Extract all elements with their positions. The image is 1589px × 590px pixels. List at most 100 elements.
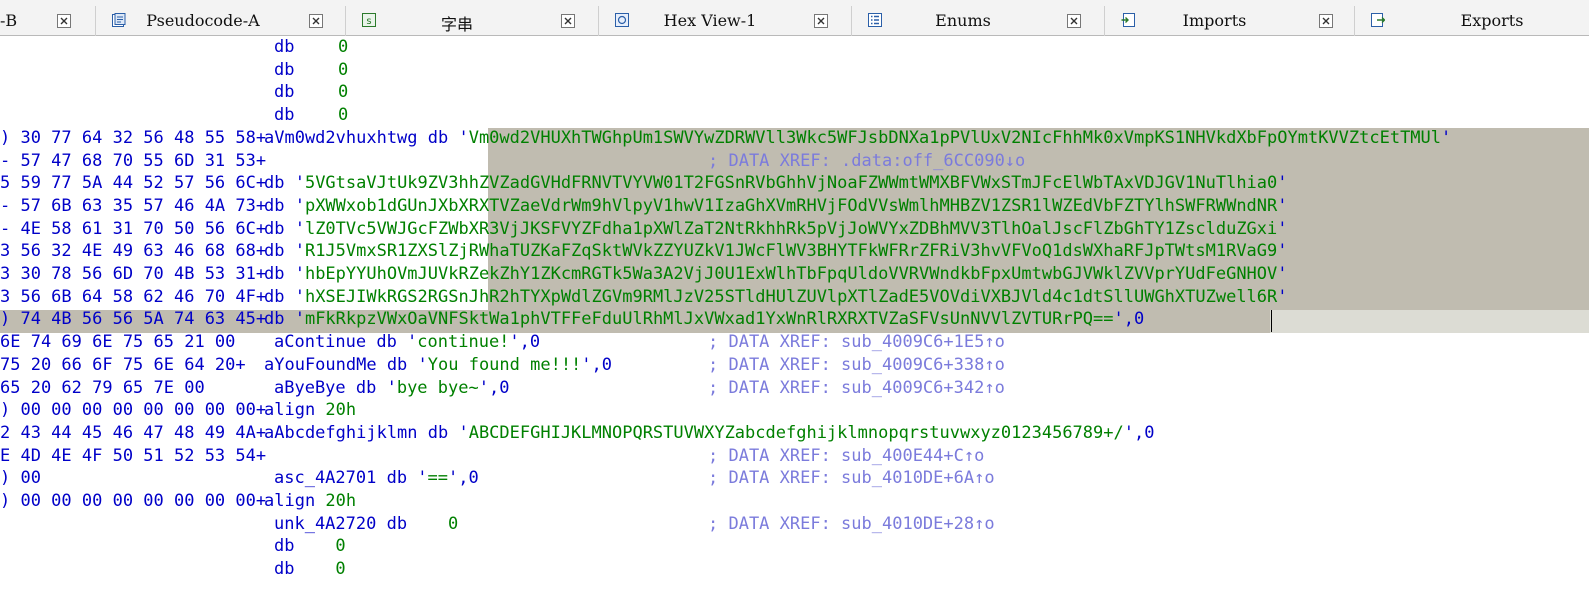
tab-hex-view-1[interactable]: Hex View-1	[598, 6, 851, 36]
tab-imports[interactable]: Imports	[1104, 6, 1354, 36]
string-literal: 0	[335, 559, 346, 580]
listing-row[interactable]: 6E 74 69 6E 75 65 21 00 aContinue db 'con…	[0, 331, 1589, 354]
string-terminator: ',0	[581, 354, 613, 375]
tab-label: Hex View-1	[663, 11, 757, 30]
byte-dump: - 4E 58 61 31 70 50 56 6C+	[0, 218, 267, 239]
listing-row[interactable]: 2 43 44 45 46 47 48 49 4A+ aAbcdefghijklm…	[0, 422, 1589, 445]
label-and-directive: asc_4A2701 db '==',0	[274, 467, 479, 490]
listing-row[interactable]: ) 74 4B 56 56 5A 74 63 45+ db 'mFkRkpzVWx…	[0, 308, 1589, 331]
string-literal: bye bye~	[396, 377, 479, 398]
byte-dump: 3 30 78 56 6D 70 4B 53 31+	[0, 264, 267, 284]
listing-row[interactable]: ) 30 77 64 32 56 48 55 58+ aVm0wd2vhuxhtw…	[0, 127, 1589, 150]
string-literal: hXSEJIWkRGS2RGSnJhR2hTYXpWdlZGVm9RMlJzV2…	[304, 286, 1278, 307]
tab-label: Pseudocode-A	[146, 11, 260, 30]
byte-dump: ) 74 4B 56 56 5A 74 63 45+	[0, 309, 267, 330]
listing-row[interactable]: 3 56 6B 64 58 62 46 70 4F+ db 'hXSEJIWkRG…	[0, 286, 1589, 309]
close-icon[interactable]	[309, 14, 323, 28]
close-icon[interactable]	[1319, 14, 1333, 28]
tab-label: 字串	[440, 15, 473, 34]
listing-row[interactable]: db 0	[0, 558, 1589, 581]
label-and-directive: db 0	[274, 558, 346, 581]
byte-dump: 6E 74 69 6E 75 65 21 00	[0, 332, 236, 353]
listing-row[interactable]: E 4D 4E 4F 50 51 52 53 54+ ; DATA XREF: s…	[0, 445, 1589, 468]
string-literal: 5VGtsaVJtUk9ZV3hhZVZadGVHdFRNVTVYVW01T2F…	[304, 173, 1278, 194]
listing-row[interactable]: 5 59 77 5A 44 52 57 56 6C+ db '5VGtsaVJtU…	[0, 172, 1589, 195]
xref-comment: ; DATA XREF: sub_4009C6+338↑o	[708, 354, 1005, 375]
tab-label: -B	[0, 11, 18, 30]
label-and-directive: aAbcdefghijklmn db 'ABCDEFGHIJKLMNOPQRST…	[264, 422, 1154, 445]
listing-row[interactable]: 75 20 66 6F 75 6E 64 20+ aYouFoundMe db '…	[0, 354, 1589, 377]
disassembly-listing[interactable]: db 0 db 0 db 0 db 0) 30 77 64 32 56 48 55 58+ aV…	[0, 36, 1589, 590]
listing-row[interactable]: 65 20 62 79 65 7E 00 aByeBye db 'bye bye~…	[0, 377, 1589, 400]
byte-dump: 2 43 44 45 46 47 48 49 4A+	[0, 422, 267, 443]
listing-row[interactable]: 3 56 32 4E 49 63 46 68 68+ db 'R1J5VmxSR1…	[0, 240, 1589, 263]
string-literal: ==	[427, 468, 449, 489]
xref-comment: ; DATA XREF: sub_4010DE+28↑o	[708, 513, 995, 534]
listing-row[interactable]: db 0	[0, 59, 1589, 82]
close-icon[interactable]	[814, 14, 828, 28]
listing-row[interactable]: unk_4A2720 db 0 ; DATA XREF: sub_4010DE+2…	[0, 513, 1589, 536]
tab-label: Exports	[1460, 11, 1524, 30]
xref-comment: ; DATA XREF: .data:off_6CC090↓o	[708, 150, 1026, 171]
listing-row[interactable]: - 4E 58 61 31 70 50 56 6C+ db 'lZ0TVc5VWJ…	[0, 218, 1589, 241]
xref-comment: ; DATA XREF: sub_4009C6+1E5↑o	[708, 332, 1005, 353]
label-and-directive: db 'pXWWxob1dGUnJXbXRXTVZaeVdrWm9hVlpyV1…	[264, 195, 1288, 218]
listing-row[interactable]: db 0	[0, 535, 1589, 558]
exports-icon	[1371, 13, 1385, 27]
listing-row[interactable]: 3 30 78 56 6D 70 4B 53 31+ db 'hbEpYYUhOV…	[0, 263, 1589, 286]
string-literal: continue!	[417, 332, 510, 353]
byte-dump: ) 30 77 64 32 56 48 55 58+	[0, 127, 267, 148]
listing-row[interactable]: ) 00 00 00 00 00 00 00 00+ align 20h	[0, 490, 1589, 513]
string-terminator: ',0	[509, 332, 541, 353]
string-terminator: ',0	[1123, 422, 1155, 443]
listing-row[interactable]: db 0	[0, 36, 1589, 59]
directive: db	[274, 59, 295, 80]
tab-enums[interactable]: Enums	[851, 6, 1104, 36]
label-text: db '	[264, 195, 305, 216]
tab-b[interactable]: -B	[0, 6, 95, 36]
listing-row[interactable]: - 57 6B 63 35 57 46 4A 73+ db 'pXWWxob1dG…	[0, 195, 1589, 218]
string-terminator: '	[1277, 218, 1288, 239]
listing-row[interactable]: db 0	[0, 104, 1589, 127]
string-literal: You found me!!!	[427, 354, 582, 375]
listing-row[interactable]: ) 00 00 00 00 00 00 00 00+ align 20h	[0, 399, 1589, 422]
tab-exports[interactable]: Exports	[1354, 6, 1589, 36]
byte-dump: 75 20 66 6F 75 6E 64 20+	[0, 354, 246, 375]
string-literal: mFkRkpzVWxOaVNFSktWa1phVTFFeFduUlRhMlJxV…	[304, 309, 1114, 330]
string-terminator: '	[1441, 127, 1452, 148]
label-and-directive: db '5VGtsaVJtUk9ZV3hhZVZadGVHdFRNVTVYVW0…	[264, 172, 1288, 195]
label-and-directive: aYouFoundMe db 'You found me!!!',0	[264, 354, 612, 377]
byte-dump: - 57 47 68 70 55 6D 31 53+	[0, 150, 267, 171]
byte-dump: 3 56 32 4E 49 63 46 68 68+	[0, 241, 267, 262]
string-literal: R1J5VmxSR1ZXSlZjRWhaTUZKaFZqSktWVkZZYUZk…	[304, 241, 1278, 262]
label-text: db	[274, 559, 336, 580]
tab-strings[interactable]: s 字串	[345, 6, 598, 36]
string-literal: pXWWxob1dGUnJXbXRXTVZaeVdrWm9hVlpyV1hwV1…	[304, 195, 1278, 216]
tab-label: Imports	[1182, 11, 1247, 30]
label-and-directive: aContinue db 'continue!',0	[274, 331, 540, 354]
listing-row[interactable]: - 57 47 68 70 55 6D 31 53+ ; DATA XREF: .…	[0, 150, 1589, 173]
listing-row[interactable]: ) 00 asc_4A2701 db '==',0 ; DATA XREF: sub…	[0, 467, 1589, 490]
xref-comment: ; DATA XREF: sub_400E44+C↑o	[708, 445, 985, 466]
label-and-directive: aVm0wd2vhuxhtwg db 'Vm0wd2VHUXhTWGhpUm1S…	[264, 127, 1451, 150]
label-text: db '	[264, 218, 305, 239]
string-terminator: '	[1277, 195, 1288, 216]
value: 0	[338, 59, 349, 80]
string-literal: Vm0wd2VHUXhTWGhpUm1SWVYwZDRWVll3Wkc5WFJs…	[468, 127, 1442, 148]
label-text: aYouFoundMe db '	[264, 354, 428, 375]
label-and-directive: db 'hbEpYYUhOVmJUVkRZekZhY1ZKcmRGTk5Wa3A…	[264, 263, 1288, 286]
label-and-directive: db 'lZ0TVc5VWJGcFZWbXR3VjJKSFVYZFdha1pXW…	[264, 218, 1288, 241]
byte-dump: ) 00 00 00 00 00 00 00 00+	[0, 400, 267, 421]
label-text: asc_4A2701 db '	[274, 468, 428, 489]
xref-comment: ; DATA XREF: sub_4009C6+342↑o	[708, 377, 1005, 398]
directive: db	[274, 82, 295, 103]
byte-dump: E 4D 4E 4F 50 51 52 53 54+	[0, 445, 267, 466]
label-text: aByeBye db '	[274, 377, 397, 398]
tab-pseudocode-a[interactable]: Pseudocode-A	[95, 6, 345, 36]
byte-dump: - 57 6B 63 35 57 46 4A 73+	[0, 195, 267, 216]
listing-row[interactable]: db 0	[0, 81, 1589, 104]
label-text: db '	[264, 264, 305, 284]
close-icon[interactable]	[1067, 14, 1081, 28]
close-icon[interactable]	[561, 14, 575, 28]
close-icon[interactable]	[57, 14, 71, 28]
